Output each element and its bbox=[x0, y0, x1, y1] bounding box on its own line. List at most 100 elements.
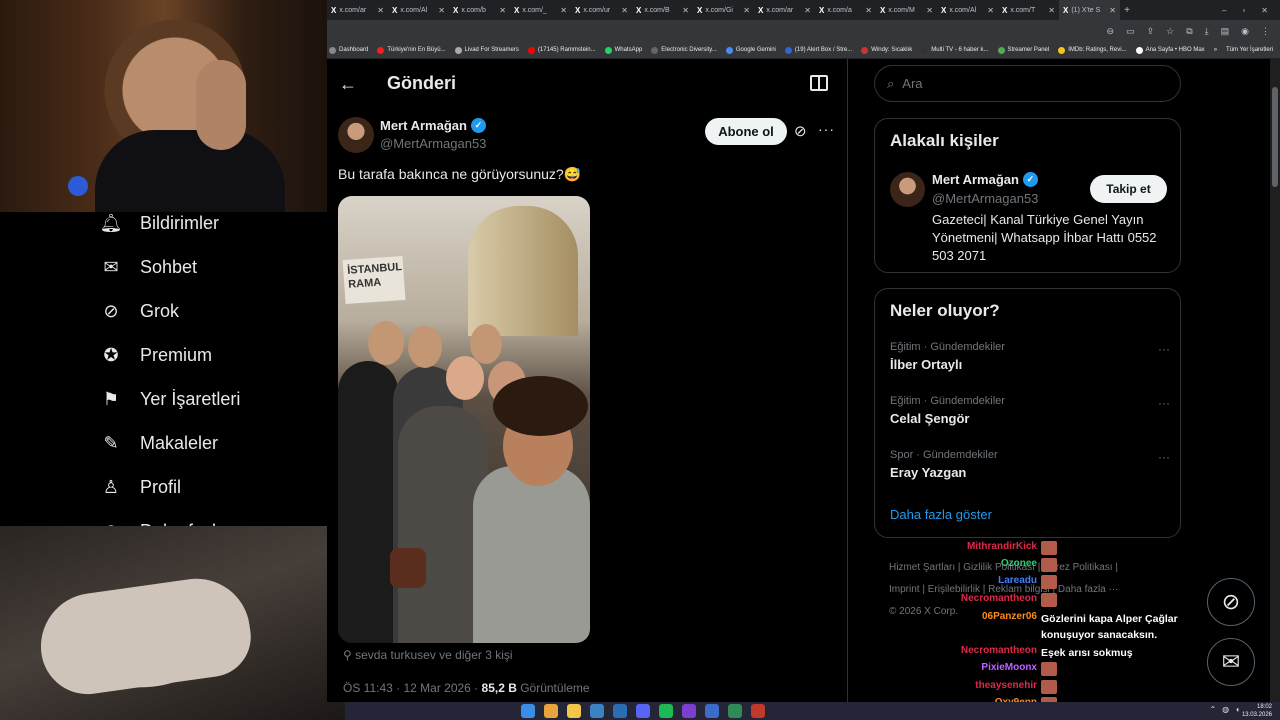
bookmark-item[interactable]: Livad For Streamers bbox=[454, 46, 519, 54]
chevron-up-icon[interactable]: ⌃ bbox=[1209, 705, 1216, 714]
trend-name[interactable]: Eray Yazgan bbox=[890, 465, 998, 480]
app-icon[interactable] bbox=[728, 704, 742, 718]
all-bookmarks-folder[interactable]: Tüm Yer İşaretleri bbox=[1226, 47, 1280, 53]
chat-username[interactable]: Necromantheon bbox=[961, 645, 1037, 656]
new-tab-button[interactable]: + bbox=[1120, 5, 1134, 16]
author-name-row[interactable]: Mert Armağan ✓ bbox=[380, 118, 486, 133]
bookmark-item[interactable]: Streamer Panel bbox=[997, 46, 1049, 54]
browser-tab[interactable]: Xx.com/Al ✕ bbox=[388, 0, 449, 20]
minimize-icon[interactable]: – bbox=[1222, 6, 1226, 15]
bookmark-item[interactable]: IMDb: Ratings, Revi... bbox=[1058, 46, 1127, 54]
trend-more-icon[interactable]: ··· bbox=[1158, 396, 1170, 410]
bookmark-item[interactable]: Ana Sayfa • HBO Max bbox=[1135, 46, 1205, 54]
bookmark-item[interactable]: Multi TV - 6 haber k... bbox=[921, 46, 989, 54]
reader-mode-icon[interactable] bbox=[810, 75, 828, 91]
browser-tab[interactable]: Xx.com/B ✕ bbox=[632, 0, 693, 20]
close-tab-icon[interactable]: ✕ bbox=[1048, 6, 1055, 15]
chat-username[interactable]: theaysenehir bbox=[975, 680, 1037, 691]
trend-more-icon[interactable]: ··· bbox=[1158, 342, 1170, 356]
volume-icon[interactable]: ◖ bbox=[1235, 705, 1240, 714]
post-photo[interactable]: İSTANBUL RAMA bbox=[338, 196, 590, 643]
cast-icon[interactable]: ▭ bbox=[1126, 26, 1135, 37]
grok-fab-icon[interactable]: ⊘ bbox=[1207, 578, 1255, 626]
chat-username[interactable]: PixieMoonx bbox=[981, 662, 1037, 673]
close-tab-icon[interactable]: ✕ bbox=[621, 6, 628, 15]
close-window-icon[interactable]: ✕ bbox=[1261, 6, 1268, 15]
browser-tab[interactable]: Xx.com/_ ✕ bbox=[510, 0, 571, 20]
zoom-icon[interactable]: ⊖ bbox=[1107, 26, 1115, 37]
close-tab-icon[interactable]: ✕ bbox=[377, 6, 384, 15]
close-tab-icon[interactable]: ✕ bbox=[865, 6, 872, 15]
bookmark-item[interactable]: Türkiye'nin En Büyü... bbox=[377, 46, 446, 54]
browser-tab[interactable]: Xx.com/ar ✕ bbox=[327, 0, 388, 20]
close-tab-icon[interactable]: ✕ bbox=[1109, 6, 1116, 15]
close-tab-icon[interactable]: ✕ bbox=[438, 6, 445, 15]
browser-tab[interactable]: Xx.com/T ✕ bbox=[998, 0, 1059, 20]
profile-icon[interactable]: ◉ bbox=[1241, 26, 1249, 37]
browser-tab[interactable]: Xx.com/ar ✕ bbox=[754, 0, 815, 20]
bookmark-item[interactable]: (17145) Rammstein... bbox=[527, 46, 596, 54]
author-name[interactable]: Mert Armağan bbox=[380, 118, 467, 133]
nav-item-article[interactable]: ✎ Makaleler bbox=[100, 432, 218, 454]
subscribe-button[interactable]: Abone ol bbox=[705, 118, 787, 145]
bookmark-item[interactable]: Google Gemini bbox=[725, 46, 776, 54]
start-icon[interactable] bbox=[521, 704, 535, 718]
bookmark-item[interactable]: Dashboard bbox=[329, 46, 368, 54]
grok-icon[interactable]: ⊘ bbox=[794, 122, 807, 140]
chat-username[interactable]: MithrandirKick bbox=[967, 541, 1037, 552]
share-icon[interactable]: ⇪ bbox=[1147, 26, 1155, 37]
browser-tab[interactable]: Xx.com/Gi ✕ bbox=[693, 0, 754, 20]
close-tab-icon[interactable]: ✕ bbox=[743, 6, 750, 15]
author-handle[interactable]: @MertArmagan53 bbox=[380, 136, 486, 151]
folder-icon[interactable] bbox=[567, 704, 581, 718]
app-icon[interactable] bbox=[705, 704, 719, 718]
related-avatar[interactable] bbox=[890, 172, 925, 207]
browser-tab[interactable]: Xx.com/a ✕ bbox=[815, 0, 876, 20]
nav-item-bookmark[interactable]: ⚑ Yer İşaretleri bbox=[100, 388, 240, 410]
steam-icon[interactable] bbox=[613, 704, 627, 718]
trend-name[interactable]: İlber Ortaylı bbox=[890, 357, 1005, 372]
nav-item-bell[interactable]: 🔔︎ Bildirimler bbox=[100, 212, 219, 234]
chrome-icon[interactable] bbox=[544, 704, 558, 718]
network-icon[interactable]: ◍ bbox=[1222, 705, 1229, 714]
bookmark-item[interactable]: Windy: Sıcaklık bbox=[861, 46, 912, 54]
close-tab-icon[interactable]: ✕ bbox=[560, 6, 567, 15]
spotify-icon[interactable] bbox=[659, 704, 673, 718]
discord-icon[interactable] bbox=[636, 704, 650, 718]
close-tab-icon[interactable]: ✕ bbox=[926, 6, 933, 15]
bookmark-item[interactable]: (19) Alert Box / Stre... bbox=[784, 46, 852, 54]
chat-username[interactable]: Lareadu bbox=[998, 575, 1037, 586]
browser-tab[interactable]: Xx.com/ur ✕ bbox=[571, 0, 632, 20]
follow-button[interactable]: Takip et bbox=[1090, 175, 1167, 203]
nav-item-mail[interactable]: ✉ Sohbet bbox=[100, 256, 197, 278]
show-more-link[interactable]: Daha fazla göster bbox=[890, 507, 992, 522]
trend-item[interactable]: Eğitim · Gündemdekiler Celal Şengör bbox=[890, 395, 1005, 426]
back-arrow-icon[interactable]: ← bbox=[339, 74, 357, 95]
close-tab-icon[interactable]: ✕ bbox=[987, 6, 994, 15]
trend-item[interactable]: Spor · Gündemdekiler Eray Yazgan bbox=[890, 449, 998, 480]
chat-username[interactable]: 06Panzer06 bbox=[982, 611, 1037, 622]
author-avatar[interactable] bbox=[338, 117, 374, 153]
close-tab-icon[interactable]: ✕ bbox=[499, 6, 506, 15]
search-input[interactable]: Ara bbox=[902, 76, 922, 91]
nav-item-grok[interactable]: ⊘ Grok bbox=[100, 300, 179, 322]
nav-item-profile[interactable]: ♙ Profil bbox=[100, 476, 181, 498]
maximize-icon[interactable]: ▫ bbox=[1242, 6, 1245, 15]
browser-tab[interactable]: Xx.com/Al ✕ bbox=[937, 0, 998, 20]
nav-item-premium[interactable]: ✪ Premium bbox=[100, 344, 212, 366]
taskbar-clock[interactable]: 18:02 13.03.2026 bbox=[1242, 703, 1272, 719]
app-icon[interactable] bbox=[751, 704, 765, 718]
related-name-row[interactable]: Mert Armağan ✓ bbox=[932, 172, 1038, 187]
scrollbar-thumb[interactable] bbox=[1272, 87, 1278, 187]
app-icon[interactable] bbox=[590, 704, 604, 718]
sidebar-toggle-icon[interactable]: ▤ bbox=[1221, 26, 1230, 37]
browser-tab[interactable]: Xx.com/b ✕ bbox=[449, 0, 510, 20]
browser-tab[interactable]: X (1) X'te S ✕ bbox=[1059, 0, 1120, 20]
bookmarks-more-icon[interactable]: » bbox=[1214, 47, 1217, 53]
star-icon[interactable]: ☆ bbox=[1166, 26, 1174, 37]
close-tab-icon[interactable]: ✕ bbox=[682, 6, 689, 15]
related-handle[interactable]: @MertArmagan53 bbox=[932, 191, 1038, 206]
browser-tab[interactable]: Xx.com/M ✕ bbox=[876, 0, 937, 20]
menu-icon[interactable]: ⋮ bbox=[1261, 26, 1270, 37]
messages-fab-icon[interactable]: ✉ bbox=[1207, 638, 1255, 686]
